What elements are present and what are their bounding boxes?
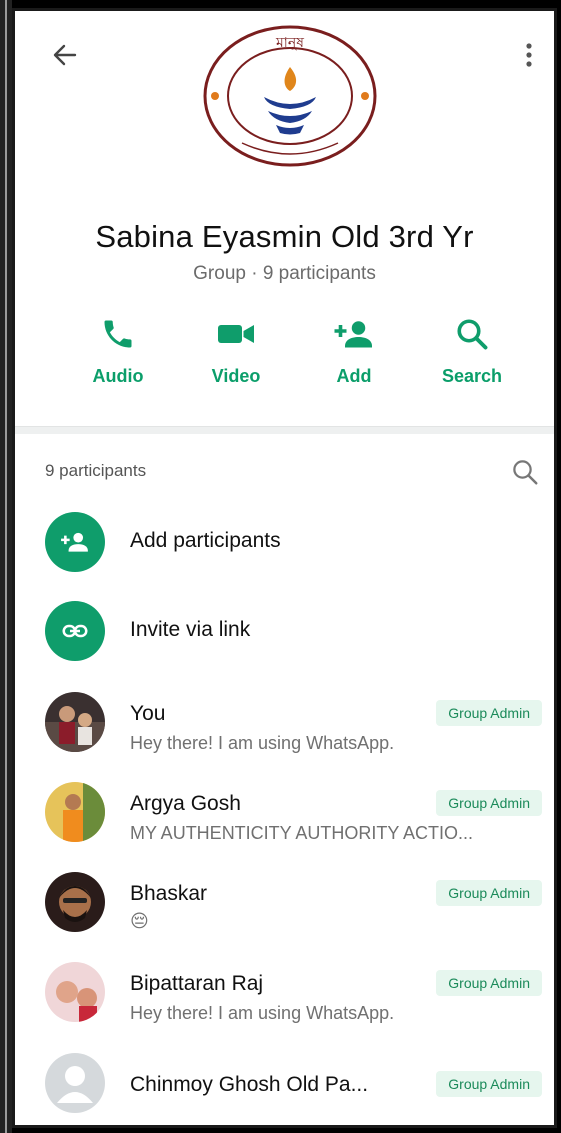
participant-row[interactable]: Bhaskar 😔 Group Admin — [15, 866, 554, 946]
phone-icon — [104, 320, 132, 348]
search-icon — [457, 319, 488, 350]
participant-row[interactable]: Argya Gosh MY AUTHENTICITY AUTHORITY ACT… — [15, 776, 554, 856]
default-avatar-icon — [45, 1053, 105, 1113]
invite-link-row[interactable]: Invite via link — [15, 591, 554, 671]
add-person-icon — [61, 532, 88, 552]
participant-status: 😔 — [130, 911, 149, 931]
participants-count: 9 participants — [45, 461, 147, 480]
avatar — [45, 692, 105, 752]
participant-status: MY AUTHENTICITY AUTHORITY ACTIO... — [130, 823, 474, 843]
participant-row[interactable]: Bipattaran Raj Hey there! I am using Wha… — [15, 956, 554, 1036]
add-participants-label: Add participants — [130, 529, 281, 552]
group-admin-badge: Group Admin — [436, 790, 542, 816]
participant-name: Bipattaran Raj — [130, 972, 264, 995]
video-call-button[interactable]: Video — [186, 316, 286, 387]
avatar — [45, 962, 105, 1022]
invite-link-avatar — [45, 601, 105, 661]
group-admin-badge: Group Admin — [436, 1071, 542, 1097]
add-participants-row[interactable]: Add participants — [15, 501, 554, 581]
participant-row[interactable]: You Hey there! I am using WhatsApp. Grou… — [15, 686, 554, 766]
group-admin-badge: Group Admin — [436, 970, 542, 996]
audio-label: Audio — [92, 366, 144, 386]
group-name: Sabina Eyasmin Old 3rd Yr — [95, 219, 474, 254]
audio-call-button[interactable]: Audio — [68, 316, 168, 387]
search-label: Search — [441, 366, 503, 386]
video-label: Video — [211, 366, 261, 386]
participant-name: Argya Gosh — [130, 792, 241, 815]
participant-status: Hey there! I am using WhatsApp. — [130, 1003, 395, 1023]
left-edge-bar — [0, 0, 12, 1133]
avatar — [45, 872, 105, 932]
link-icon — [62, 624, 88, 638]
participants-search-icon[interactable] — [510, 457, 540, 487]
group-admin-badge: Group Admin — [436, 700, 542, 726]
group-header: মানুষ Sabina Eyasmin Old 3rd Yr Group · … — [15, 11, 554, 426]
participant-row[interactable]: Chinmoy Ghosh Old Pa... Group Admin — [15, 1046, 554, 1125]
add-participants-avatar — [45, 512, 105, 572]
participant-name: You — [130, 702, 166, 725]
action-bar: Audio Video Add Search — [15, 316, 554, 406]
group-info-screen: মানুষ Sabina Eyasmin Old 3rd Yr Group · … — [12, 8, 557, 1128]
participant-name: Bhaskar — [130, 882, 208, 905]
participant-name: Chinmoy Ghosh Old Pa... — [130, 1073, 369, 1096]
add-person-icon — [334, 321, 372, 348]
add-participant-button[interactable]: Add — [304, 316, 404, 387]
search-button[interactable]: Search — [422, 316, 522, 387]
group-admin-badge: Group Admin — [436, 880, 542, 906]
back-arrow-icon[interactable] — [51, 41, 79, 69]
logo-text: মানুষ — [275, 35, 304, 51]
group-subtitle: Group · 9 participants — [193, 263, 376, 284]
participant-status: Hey there! I am using WhatsApp. — [130, 733, 395, 753]
invite-link-label: Invite via link — [130, 618, 251, 641]
video-camera-icon — [218, 325, 254, 343]
more-options-icon[interactable] — [522, 41, 536, 69]
avatar — [45, 782, 105, 842]
section-divider — [15, 426, 554, 434]
add-label: Add — [336, 366, 372, 386]
group-logo: মানুষ — [203, 25, 377, 167]
